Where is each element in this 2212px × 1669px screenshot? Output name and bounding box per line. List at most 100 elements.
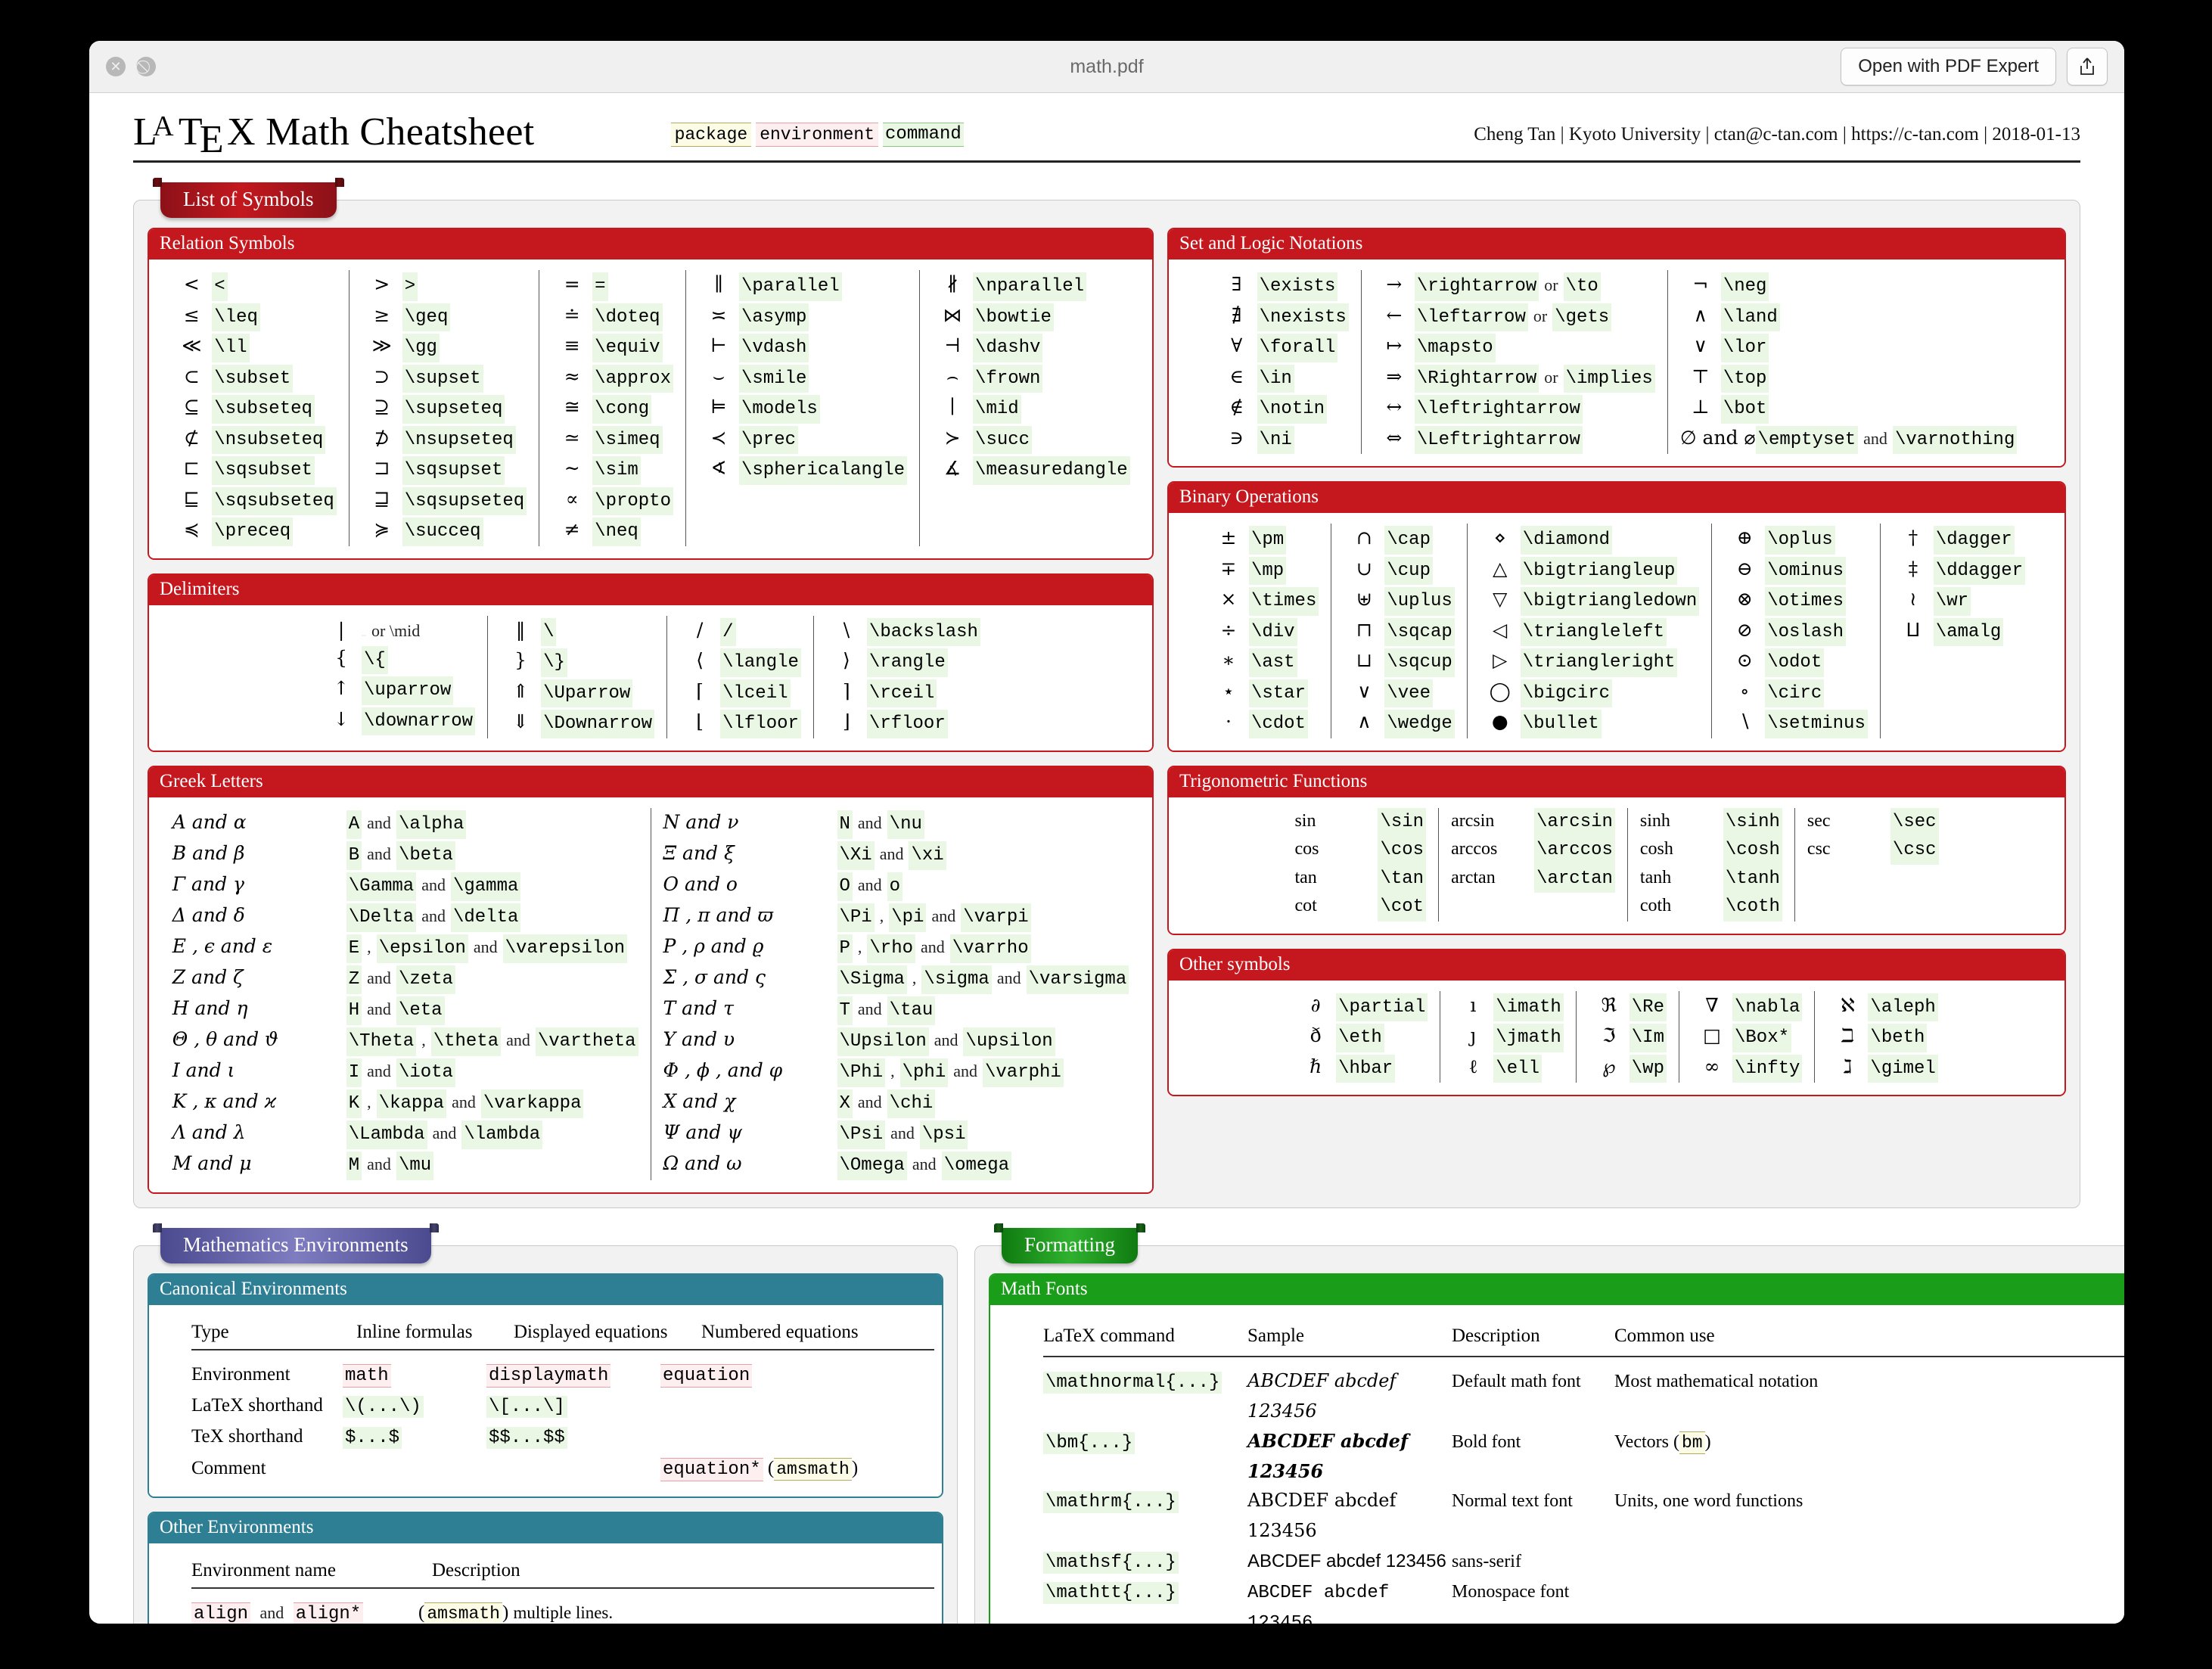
greek-glyphs: Ξ and ξ	[663, 841, 735, 864]
latex-command: \Uparrow	[541, 679, 633, 708]
cell-environment-names: align and align*	[191, 1598, 418, 1624]
latex-command: \doteq	[592, 303, 663, 332]
symbol-row: ⟨ \langle	[679, 646, 801, 677]
close-icon[interactable]: ✕	[106, 57, 126, 76]
symbol-glyph: ⊕	[1736, 527, 1753, 549]
environment-chip: equation*	[660, 1457, 763, 1481]
connector-word: or	[1544, 367, 1558, 387]
latex-command: B	[346, 841, 362, 870]
legend: package environment command	[670, 123, 964, 147]
symbol-column: ∃ \exists ∄ \nexists ∀ \forall ∈ \in ∉ \notin ∋ \ni	[1204, 270, 1361, 455]
symbol-row: ℜ \Re	[1589, 991, 1667, 1022]
greek-glyphs: A and α	[172, 810, 247, 833]
col-header-latex-command: LaTeX command	[1043, 1325, 1175, 1346]
symbol-row: ∇ \nabla	[1692, 991, 1803, 1022]
tab-list-of-symbols[interactable]: List of Symbols	[160, 182, 337, 218]
trigonometric-table: sin \sin cos \cos tan \tan cot \cot arcsin \arcsi…	[1176, 807, 2057, 922]
connector-word: and	[452, 1092, 476, 1111]
latex-command: \equiv	[592, 334, 663, 362]
latex-command: \approx	[592, 364, 673, 393]
connector-word: ,	[421, 1030, 426, 1049]
latex-command: \setminus	[1765, 710, 1868, 738]
symbol-glyph: |	[337, 618, 345, 641]
symbol-glyph: ∗	[1222, 649, 1235, 672]
symbol-glyph: ▷	[1493, 649, 1508, 672]
symbol-row: ℏ \hbar	[1295, 1052, 1428, 1083]
latex-command: \lceil	[720, 679, 791, 708]
latex-command: \delta	[450, 903, 521, 932]
greek-glyphs: Φ , ϕ , and φ	[663, 1058, 783, 1081]
symbol-glyph: ∦	[946, 273, 958, 295]
symbol-glyph: ∀	[1231, 334, 1243, 357]
tab-formatting[interactable]: Formatting	[1002, 1227, 1138, 1263]
latex-command: \sec	[1890, 807, 1939, 837]
legend-chip-package: package	[670, 123, 752, 147]
latex-command: \rho	[867, 934, 916, 963]
tab-mathematics-environments[interactable]: Mathematics Environments	[160, 1227, 431, 1263]
symbol-row: ⊏ \sqsubset	[171, 454, 336, 485]
symbol-row: arcsin \arcsin	[1451, 807, 1615, 837]
symbol-glyph: ⇒	[1386, 365, 1403, 387]
latex-command: \rightarrow	[1414, 272, 1539, 301]
col-header-common-use: Common use	[1614, 1325, 1715, 1346]
cell-latex-command: \mathsf{...}	[1043, 1548, 1247, 1578]
no-entry-icon[interactable]: ⃠	[136, 57, 156, 76]
binary-operations-table: ± \pm ∓ \mp × \times ÷ \div ∗ \ast ⋆ \star · \cdot ∩ \c…	[1176, 524, 2057, 738]
legend-chip-command: command	[883, 123, 964, 147]
symbol-column: < < ≤ \leq ≪ \ll ⊂ \subset ⊆ \subseteq ⊄ \nsubseteq…	[159, 270, 348, 546]
latex-command: \odot	[1765, 648, 1825, 677]
open-with-pdf-expert-button[interactable]: Open with PDF Expert	[1841, 48, 2056, 85]
symbol-column: → \rightarrow or \to ← \leftarrow or \gets ↦ \map…	[1360, 270, 1667, 455]
cell-displayed: displaymath	[486, 1360, 660, 1391]
latex-command: \pm	[1248, 526, 1287, 555]
symbol-row: ↑ \uparrow	[321, 674, 475, 705]
latex-command: \pi	[889, 903, 927, 932]
symbol-row: ∀ \forall	[1216, 331, 1349, 362]
symbol-glyph: ⊑	[183, 487, 200, 510]
symbol-row: ≥ \geq	[362, 301, 527, 332]
latex-command: \Delta	[346, 903, 417, 932]
greek-row: Λ and λ \Lambda and \lambda	[172, 1118, 638, 1149]
symbol-column: sinh \sinh cosh \cosh tanh \tanh coth \coth	[1626, 807, 1794, 922]
latex-command: \rfloor	[866, 710, 948, 738]
latex-command: \lor	[1720, 334, 1769, 362]
row-type-label: TeX shorthand	[191, 1426, 303, 1447]
symbol-column: ı \imath ȷ \jmath ℓ \ell	[1440, 990, 1575, 1083]
other-environments-table: Environment name Description align and a…	[191, 1560, 934, 1624]
greek-row: N and ν N and \nu	[663, 808, 1129, 839]
symbol-glyph: ⟩	[843, 649, 850, 672]
symbol-glyph: coth	[1639, 896, 1672, 916]
share-icon[interactable]	[2067, 48, 2108, 85]
command-chip: \mathnormal{...}	[1043, 1371, 1223, 1394]
package-chip: amsmath	[424, 1602, 502, 1624]
latex-command: \Theta	[346, 1027, 417, 1056]
paren: )	[851, 1457, 859, 1478]
latex-command: \ddagger	[1933, 556, 2026, 586]
latex-command: \sqsubset	[212, 456, 315, 485]
symbol-glyph: ∄	[1231, 303, 1242, 326]
symbol-row: ⊤ \top	[1680, 362, 2018, 393]
symbol-glyph: ⊤	[1692, 365, 1710, 387]
latex-command: \dashv	[973, 334, 1043, 362]
col-header-description: Description	[432, 1560, 520, 1581]
symbol-row: ← \leftarrow or \gets	[1374, 301, 1655, 332]
box-title: Binary Operations	[1169, 483, 2064, 514]
symbol-row: ȷ \jmath	[1452, 1021, 1564, 1052]
cell-common-use: Most mathematical notation	[1614, 1371, 1819, 1391]
latex-command: >	[402, 272, 418, 301]
latex-command: \arcsin	[1534, 807, 1615, 837]
symbol-row: ⊄ \nsubseteq	[171, 424, 336, 455]
symbol-glyph: sin	[1294, 810, 1316, 831]
latex-command: \chi	[887, 1089, 936, 1118]
col-header-env-name: Environment name	[191, 1560, 336, 1581]
symbol-row: = =	[551, 270, 673, 301]
latex-command: \infty	[1732, 1054, 1803, 1083]
title-a: A	[153, 110, 174, 142]
latex-command: \Gamma	[346, 872, 417, 901]
connector-word: and	[857, 875, 882, 894]
latex-command: \propto	[592, 486, 673, 516]
symbol-row: → \rightarrow or \to	[1374, 270, 1655, 301]
symbol-glyph: ●	[1491, 710, 1508, 733]
latex-command: \smile	[739, 364, 809, 393]
box-math-fonts: Math Fonts LaTeX command Sample Descript…	[989, 1273, 2124, 1624]
